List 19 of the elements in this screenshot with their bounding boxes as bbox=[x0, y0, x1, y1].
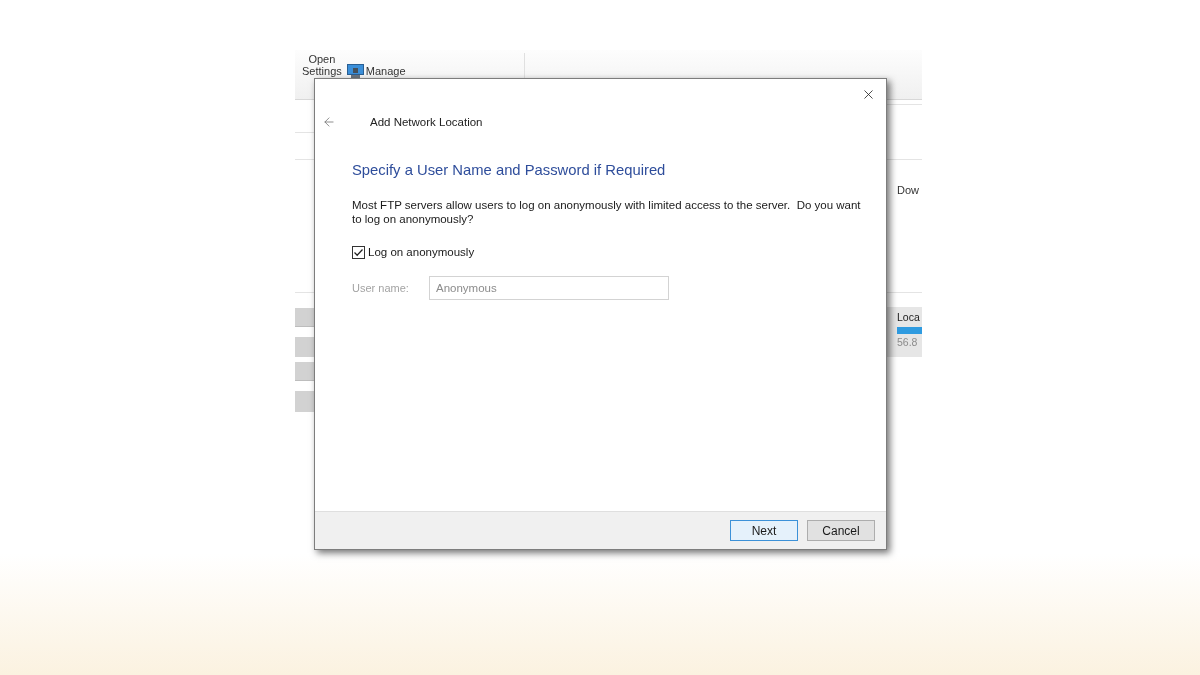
description-text: Most FTP servers allow users to log on anonymously with limited access to the server. Do you want to log on anonymously? bbox=[352, 198, 862, 226]
usage-bar bbox=[897, 327, 922, 334]
list-row bbox=[295, 337, 314, 357]
list-row bbox=[295, 308, 314, 327]
drive-name: Loca bbox=[897, 311, 921, 324]
section-label: Dow bbox=[897, 183, 920, 197]
monitor-icon bbox=[346, 64, 364, 78]
dialog-title: Add Network Location bbox=[370, 115, 483, 129]
list-row bbox=[295, 391, 314, 412]
dialog-button[interactable]: Cancel bbox=[807, 520, 875, 541]
manage-button[interactable]: Manage bbox=[346, 64, 406, 78]
default-button[interactable]: Next bbox=[730, 520, 798, 541]
checkbox-label[interactable]: Log on anonymously bbox=[368, 245, 475, 259]
user-name-label: User name: bbox=[352, 281, 410, 295]
page-heading: Specify a User Name and Password if Required bbox=[352, 161, 666, 180]
checkbox[interactable] bbox=[352, 245, 365, 259]
list-row bbox=[295, 362, 314, 381]
drive-size: 56.8 bbox=[897, 336, 919, 349]
open-settings-button[interactable]: Open Settings bbox=[302, 53, 342, 77]
